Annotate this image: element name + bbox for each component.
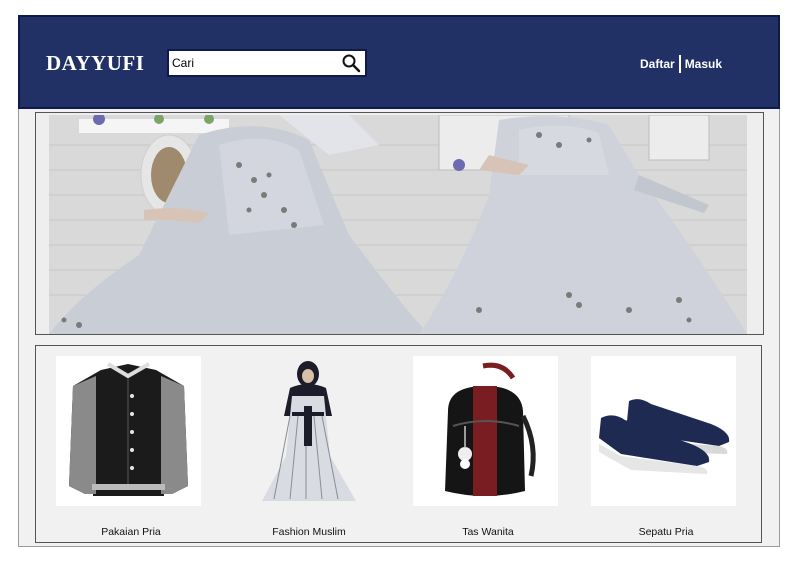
search-icon[interactable] — [339, 52, 363, 74]
category-item[interactable]: Sepatu Pria — [591, 356, 736, 538]
header-bar: DAYYUFI Daftar Masuk — [18, 15, 780, 109]
category-section: Pakaian Pria Fashion Muslim Tas Wanita S… — [35, 345, 762, 543]
banner-image — [49, 115, 747, 334]
category-item[interactable]: Pakaian Pria — [56, 356, 201, 538]
auth-separator — [678, 55, 681, 73]
dress-image — [234, 356, 379, 506]
jacket-image — [56, 356, 201, 506]
category-label: Fashion Muslim — [272, 526, 346, 538]
auth-links: Daftar Masuk — [640, 55, 722, 73]
hero-banner[interactable] — [35, 112, 764, 335]
search-box — [167, 49, 367, 77]
shoes-image — [591, 356, 736, 506]
brand-logo[interactable]: DAYYUFI — [46, 51, 144, 76]
category-item[interactable]: Fashion Muslim — [234, 356, 379, 538]
search-input[interactable] — [172, 53, 337, 73]
register-link[interactable]: Daftar — [640, 57, 675, 71]
category-label: Pakaian Pria — [101, 526, 161, 538]
category-label: Sepatu Pria — [638, 526, 694, 538]
login-link[interactable]: Masuk — [685, 57, 722, 71]
backpack-image — [413, 356, 558, 506]
category-item[interactable]: Tas Wanita — [413, 356, 558, 538]
category-label: Tas Wanita — [462, 526, 514, 538]
